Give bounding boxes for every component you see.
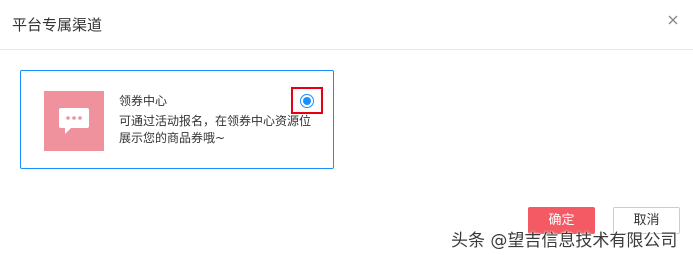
radio-selected-dot <box>303 96 311 105</box>
channel-card-title: 领券中心 <box>119 94 168 108</box>
channel-radio[interactable] <box>300 93 314 108</box>
watermark: 头条 @望吉信息技术有限公司 <box>451 231 678 251</box>
dialog: 平台专属渠道 领券中心 可通过活动报名，在领券中心资源位展示您的商品券哦~ 确定… <box>0 0 693 255</box>
close-icon[interactable] <box>665 12 681 28</box>
radio-highlight-box <box>291 87 323 114</box>
chat-bubble-icon <box>44 91 104 151</box>
channel-card-coupon-center[interactable]: 领券中心 可通过活动报名，在领券中心资源位展示您的商品券哦~ <box>20 70 334 169</box>
dialog-header: 平台专属渠道 <box>0 0 693 50</box>
dialog-title: 平台专属渠道 <box>12 16 103 34</box>
channel-card-description: 可通过活动报名，在领券中心资源位展示您的商品券哦~ <box>119 114 312 145</box>
